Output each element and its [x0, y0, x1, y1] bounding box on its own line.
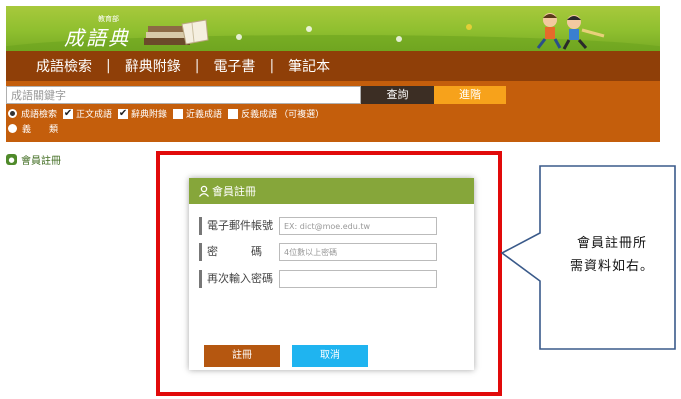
nav-separator: | [106, 58, 111, 74]
kids-illustration [536, 13, 605, 50]
nav-idiom-search[interactable]: 成語檢索 [22, 56, 106, 76]
site-banner: 教育部 成語典 [6, 6, 660, 51]
cancel-button[interactable]: 取消 [292, 345, 368, 367]
callout-text: 會員註冊所 需資料如右。 [554, 232, 670, 278]
password-label: 密 碼 [199, 243, 279, 261]
register-dialog: 會員註冊 電子郵件帳號 密 碼 再次輸入密碼 註冊 取消 [189, 178, 474, 370]
dialog-header: 會員註冊 [189, 178, 474, 204]
radio-meaning-category[interactable] [8, 124, 17, 133]
dialog-title: 會員註冊 [212, 185, 256, 198]
user-icon [198, 185, 210, 197]
checkbox-antonym[interactable] [228, 108, 239, 119]
password-row: 密 碼 [199, 243, 437, 261]
checkbox-antonym-label: 反義成語 [241, 110, 278, 120]
books-illustration [144, 19, 209, 45]
nav-separator: | [269, 58, 275, 74]
checkbox-main-idiom[interactable]: ✔ [63, 108, 74, 119]
search-input[interactable] [6, 86, 361, 104]
nav-ebook[interactable]: 電子書 [199, 56, 269, 76]
search-panel: 查詢 進階 成語檢索 ✔ 正文成語 ✔ 辭典附錄 近義成語 反義成語 （可複選）… [6, 81, 660, 142]
checkbox-synonym-label: 近義成語 [186, 110, 223, 120]
callout-line-1: 會員註冊所 [576, 236, 647, 251]
flower-decoration [306, 26, 312, 32]
radio-idiom-search-label: 成語檢索 [21, 110, 58, 120]
confirm-password-field[interactable] [279, 270, 437, 288]
nav-appendix[interactable]: 辭典附錄 [111, 56, 195, 76]
radio-idiom-search[interactable] [8, 109, 17, 118]
flower-decoration [466, 24, 472, 30]
main-nav: 成語檢索 | 辭典附錄 | 電子書 | 筆記本 [6, 51, 660, 81]
advanced-button[interactable]: 進階 [434, 86, 506, 104]
callout-line-2: 需資料如右。 [569, 259, 654, 274]
email-row: 電子郵件帳號 [199, 217, 437, 235]
password-field[interactable] [279, 243, 437, 261]
query-button[interactable]: 查詢 [361, 86, 434, 104]
checkbox-appendix[interactable]: ✔ [118, 108, 129, 119]
search-options-row-2: 義 類 [8, 122, 58, 135]
confirm-password-row: 再次輸入密碼 [199, 270, 437, 288]
multi-select-note: （可複選） [279, 110, 325, 120]
search-options-row: 成語檢索 ✔ 正文成語 ✔ 辭典附錄 近義成語 反義成語 （可複選） [8, 107, 324, 120]
member-register-label: 會員註冊 [21, 156, 61, 167]
nav-separator: | [194, 58, 200, 74]
checkbox-synonym[interactable] [173, 108, 184, 119]
checkbox-main-idiom-label: 正文成語 [76, 110, 113, 120]
radio-meaning-category-label: 義 類 [22, 125, 59, 135]
flower-decoration [396, 36, 402, 42]
member-register-link[interactable]: ● 會員註冊 [6, 152, 61, 167]
flower-decoration [236, 34, 242, 40]
confirm-password-label: 再次輸入密碼 [199, 270, 279, 288]
email-field[interactable] [279, 217, 437, 235]
nav-notebook[interactable]: 筆記本 [274, 56, 344, 76]
member-icon: ● [6, 154, 17, 165]
register-button[interactable]: 註冊 [204, 345, 280, 367]
email-label: 電子郵件帳號 [199, 217, 279, 235]
site-logo[interactable]: 成語典 [64, 22, 130, 51]
checkbox-appendix-label: 辭典附錄 [131, 110, 168, 120]
